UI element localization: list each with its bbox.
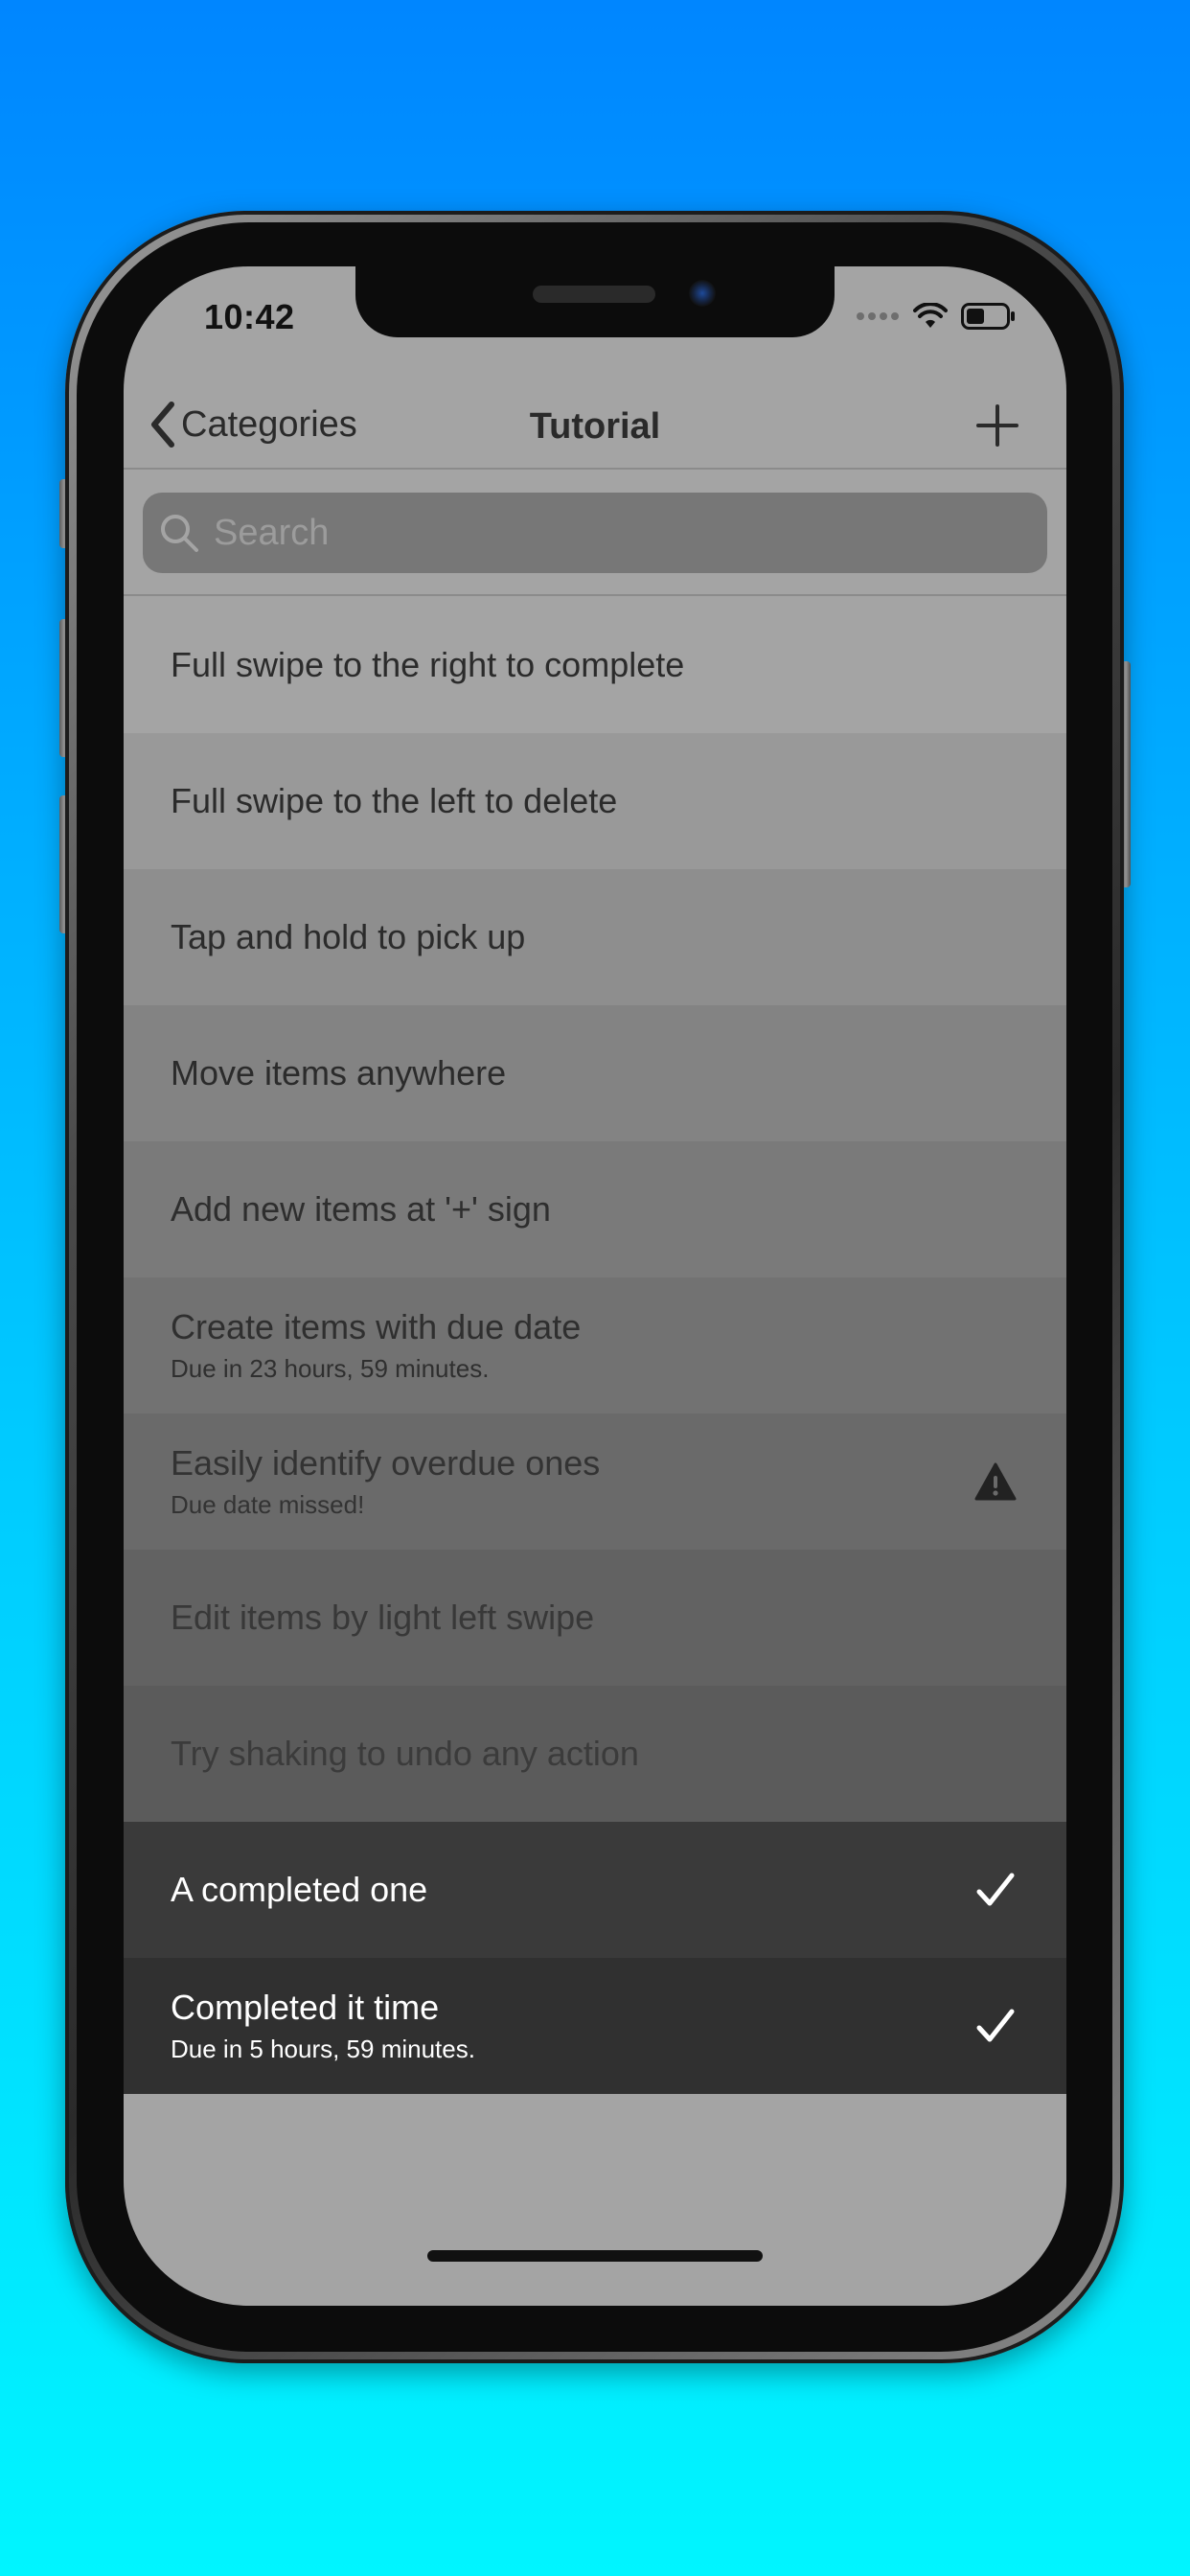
nav-divider	[124, 468, 1066, 470]
list-item-title: Create items with due date	[171, 1307, 582, 1346]
search-divider	[124, 594, 1066, 596]
list-item-title: Add new items at '+' sign	[171, 1189, 551, 1229]
list-item-text: Try shaking to undo any action	[171, 1686, 639, 1822]
list-item[interactable]: Completed it time Due in 5 hours, 59 minu…	[124, 1958, 1066, 2094]
front-camera	[689, 280, 716, 307]
list-item[interactable]: Edit items by light left swipe	[124, 1550, 1066, 1686]
list-item[interactable]: Move items anywhere	[124, 1005, 1066, 1141]
home-indicator[interactable]	[427, 2250, 763, 2262]
list-item[interactable]: Add new items at '+' sign	[124, 1141, 1066, 1277]
list-item-title: Easily identify overdue ones	[171, 1443, 601, 1483]
navigation-bar: Categories Tutorial	[124, 381, 1066, 468]
list-item-text: Full swipe to the right to complete	[171, 597, 684, 733]
list-item-subtitle: Due in 5 hours, 59 minutes.	[171, 2035, 475, 2063]
list-item[interactable]: Full swipe to the left to delete	[124, 733, 1066, 869]
page-title: Tutorial	[529, 406, 661, 447]
list-item-text: Full swipe to the left to delete	[171, 733, 617, 869]
status-icons	[856, 303, 1017, 330]
battery-icon	[961, 303, 1015, 330]
search-input[interactable]	[212, 511, 1001, 555]
list-item-text: Create items with due date Due in 23 hour…	[171, 1277, 581, 1414]
checkmark-icon	[974, 2005, 1017, 2047]
list-item-title: A completed one	[171, 1870, 428, 1909]
list-item[interactable]: Create items with due date Due in 23 hour…	[124, 1277, 1066, 1414]
wifi-icon	[913, 303, 948, 328]
list-item-title: Tap and hold to pick up	[171, 917, 526, 956]
notch	[355, 266, 835, 337]
list-item-text: Edit items by light left swipe	[171, 1550, 594, 1686]
list-item-text: A completed one	[171, 1822, 427, 1958]
list-item-title: Full swipe to the left to delete	[171, 781, 618, 820]
todo-list: Full swipe to the right to complete Full …	[124, 597, 1066, 2094]
list-item[interactable]: Try shaking to undo any action	[124, 1686, 1066, 1822]
search-bar[interactable]	[143, 493, 1047, 573]
list-item-title: Full swipe to the right to complete	[171, 645, 685, 684]
list-item-title: Completed it time	[171, 1988, 440, 2027]
checkmark-icon	[974, 1869, 1017, 1911]
list-item-text: Easily identify overdue ones Due date mis…	[171, 1414, 600, 1550]
list-item[interactable]: Tap and hold to pick up	[124, 869, 1066, 1005]
list-item-title: Move items anywhere	[171, 1053, 507, 1092]
list-item[interactable]: Easily identify overdue ones Due date mis…	[124, 1414, 1066, 1550]
status-time: 10:42	[204, 297, 295, 336]
app-screen: 10:42 Categories Tutorial Search Full sw…	[124, 266, 1066, 2306]
list-item[interactable]: Full swipe to the right to complete	[124, 597, 1066, 733]
plus-icon[interactable]	[974, 402, 1020, 448]
search-icon	[161, 515, 198, 552]
list-item-title: Edit items by light left swipe	[171, 1598, 595, 1637]
list-item[interactable]: A completed one	[124, 1822, 1066, 1958]
list-item-text: Add new items at '+' sign	[171, 1141, 551, 1277]
list-item-text: Move items anywhere	[171, 1005, 506, 1141]
list-item-title: Try shaking to undo any action	[171, 1734, 639, 1773]
speaker-grille	[533, 286, 655, 303]
list-item-subtitle: Due in 23 hours, 59 minutes.	[171, 1354, 490, 1383]
warning-icon	[974, 1460, 1017, 1503]
signal-icon	[857, 312, 899, 320]
list-item-text: Completed it time Due in 5 hours, 59 minu…	[171, 1958, 475, 2094]
list-item-text: Tap and hold to pick up	[171, 869, 525, 1005]
list-item-subtitle: Due date missed!	[171, 1490, 365, 1519]
